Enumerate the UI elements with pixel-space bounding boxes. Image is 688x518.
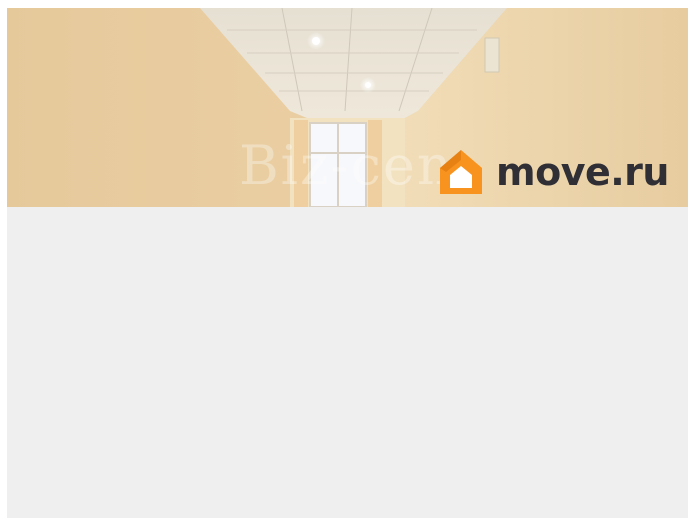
logo-wordmark: move.ru <box>496 150 669 194</box>
house-logo-icon <box>440 150 482 194</box>
image-frame: Biz-cen move.ru <box>7 8 688 518</box>
wall-vent <box>484 37 500 73</box>
move-ru-logo: move.ru <box>438 148 669 196</box>
curtain-right <box>368 120 382 207</box>
curtain-left <box>294 120 308 207</box>
empty-area <box>7 207 688 518</box>
hallway-photo: Biz-cen move.ru <box>7 8 688 207</box>
